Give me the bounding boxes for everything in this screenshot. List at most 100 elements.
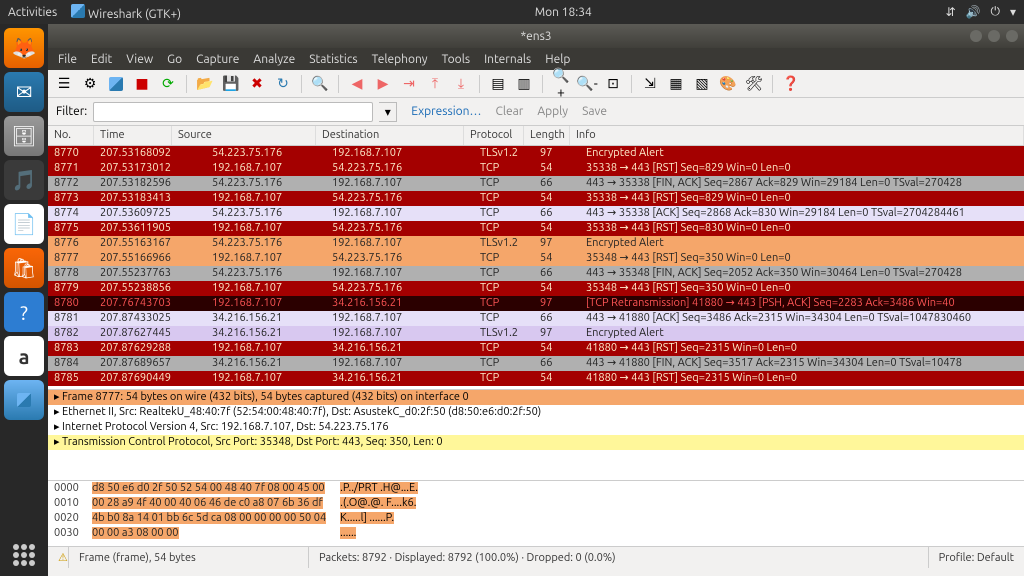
packet-row[interactable]: 8770207.5316809254.223.75.176192.168.7.1… (48, 146, 1024, 161)
zoom-in-icon[interactable]: 🔍+ (551, 74, 571, 94)
menu-internals[interactable]: Internals (484, 53, 531, 66)
dock-thunderbird[interactable]: ✉ (4, 72, 44, 112)
dock-wireshark[interactable] (4, 380, 44, 420)
menu-help[interactable]: Help (545, 53, 570, 66)
packet-row[interactable]: 8785207.87690449192.168.7.10734.216.156.… (48, 371, 1024, 386)
start-capture-icon[interactable] (106, 74, 126, 94)
status-packets: Packets: 8792 · Displayed: 8792 (100.0%)… (309, 547, 929, 568)
close-file-icon[interactable]: ✖ (247, 74, 267, 94)
apply-button[interactable]: Apply (537, 105, 568, 118)
dock-software[interactable]: 🛍 (4, 248, 44, 288)
save-icon[interactable]: 💾 (221, 74, 241, 94)
go-first-icon[interactable]: ⤒ (425, 74, 445, 94)
menu-view[interactable]: View (126, 53, 153, 66)
packet-row[interactable]: 8778207.5523776354.223.75.176192.168.7.1… (48, 266, 1024, 281)
prefs-icon[interactable]: 🛠 (744, 74, 764, 94)
interfaces-icon[interactable]: ☰ (54, 74, 74, 94)
auto-scroll-icon[interactable]: ▥ (514, 74, 534, 94)
packet-row[interactable]: 8779207.55238856192.168.7.10754.223.75.1… (48, 281, 1024, 296)
col-destination[interactable]: Destination (316, 126, 464, 145)
dock-writer[interactable]: 📄 (4, 204, 44, 244)
help-icon[interactable]: ❓ (781, 74, 801, 94)
show-applications[interactable] (13, 544, 35, 566)
col-source[interactable]: Source (172, 126, 316, 145)
packet-row[interactable]: 8776207.5516316754.223.75.176192.168.7.1… (48, 236, 1024, 251)
packet-row[interactable]: 8773207.53183413192.168.7.10754.223.75.1… (48, 191, 1024, 206)
packet-row[interactable]: 8784207.8768965734.216.156.21192.168.7.1… (48, 356, 1024, 371)
filter-input[interactable] (93, 102, 373, 122)
capture-filters-icon[interactable]: ▦ (666, 74, 686, 94)
packet-row[interactable]: 8771207.53173012192.168.7.10754.223.75.1… (48, 161, 1024, 176)
go-back-icon[interactable]: ◀ (347, 74, 367, 94)
col-time[interactable]: Time (94, 126, 172, 145)
dock-files[interactable]: 🗄 (4, 116, 44, 156)
maximize-button[interactable] (988, 30, 1000, 42)
zoom-out-icon[interactable]: 🔍- (577, 74, 597, 94)
packet-row[interactable]: 8777207.55166966192.168.7.10754.223.75.1… (48, 251, 1024, 266)
resize-cols-icon[interactable]: ⇲ (640, 74, 660, 94)
col-protocol[interactable]: Protocol (464, 126, 524, 145)
activities-button[interactable]: Activities (8, 6, 57, 19)
col-info[interactable]: Info (570, 126, 1024, 145)
col-length[interactable]: Length (524, 126, 570, 145)
go-to-icon[interactable]: ⇥ (399, 74, 419, 94)
open-icon[interactable]: 📂 (195, 74, 215, 94)
menu-file[interactable]: File (58, 53, 77, 66)
detail-ethernet[interactable]: ▸ Ethernet II, Src: RealtekU_48:40:7f (5… (48, 405, 1024, 420)
packet-row[interactable]: 8781207.8743302534.216.156.21192.168.7.1… (48, 311, 1024, 326)
power-icon[interactable]: ⏻ (990, 5, 1000, 19)
menu-telephony[interactable]: Telephony (372, 53, 428, 66)
menu-go[interactable]: Go (167, 53, 182, 66)
dock-firefox[interactable]: 🦊 (4, 28, 44, 68)
stop-capture-icon[interactable]: ■ (132, 74, 152, 94)
packet-row[interactable]: 8783207.87629288192.168.7.10734.216.156.… (48, 341, 1024, 356)
dock-amazon[interactable]: a (4, 336, 44, 376)
packet-row[interactable]: 8774207.5360972554.223.75.176192.168.7.1… (48, 206, 1024, 221)
dock-help[interactable]: ? (4, 292, 44, 332)
colorize-icon[interactable]: ▤ (488, 74, 508, 94)
packet-details[interactable]: ▸ Frame 8777: 54 bytes on wire (432 bits… (48, 389, 1024, 480)
hex-pane[interactable]: 0000001000200030 d8 50 e6 d0 2f 50 52 54… (48, 480, 1024, 546)
menu-statistics[interactable]: Statistics (309, 53, 357, 66)
window-titlebar[interactable]: *ens3 (48, 24, 1024, 48)
expert-info-icon[interactable]: ⚠ (48, 547, 69, 568)
zoom-reset-icon[interactable]: ⊡ (603, 74, 623, 94)
menu-capture[interactable]: Capture (196, 53, 239, 66)
packet-row[interactable]: 8775207.53611905192.168.7.10754.223.75.1… (48, 221, 1024, 236)
reload-icon[interactable]: ↻ (273, 74, 293, 94)
packet-row[interactable]: 8780207.76743703192.168.7.10734.216.156.… (48, 296, 1024, 311)
network-icon[interactable]: ⇵ (945, 5, 955, 19)
packet-row[interactable]: 8782207.8762744534.216.156.21192.168.7.1… (48, 326, 1024, 341)
detail-tcp[interactable]: ▸ Transmission Control Protocol, Src Por… (48, 435, 1024, 450)
volume-icon[interactable]: 🔊 (966, 5, 981, 19)
status-frame: Frame (frame), 54 bytes (69, 547, 309, 568)
menu-tools[interactable]: Tools (442, 53, 471, 66)
chevron-down-icon[interactable]: ▾ (1010, 5, 1016, 19)
coloring-rules-icon[interactable]: 🎨 (718, 74, 738, 94)
dock-rhythmbox[interactable]: 🎵 (4, 160, 44, 200)
clock[interactable]: Mon 18:34 (181, 6, 945, 19)
close-button[interactable] (1006, 30, 1018, 42)
save-button[interactable]: Save (582, 105, 607, 118)
menu-analyze[interactable]: Analyze (253, 53, 295, 66)
menu-edit[interactable]: Edit (91, 53, 112, 66)
options-icon[interactable]: ⚙ (80, 74, 100, 94)
clear-button[interactable]: Clear (495, 105, 523, 118)
menu-bar: File Edit View Go Capture Analyze Statis… (48, 48, 1024, 70)
display-filters-icon[interactable]: ▧ (692, 74, 712, 94)
minimize-button[interactable] (970, 30, 982, 42)
filter-dropdown-icon[interactable]: ▾ (379, 102, 397, 122)
packet-row[interactable]: 8772207.5318259654.223.75.176192.168.7.1… (48, 176, 1024, 191)
status-profile[interactable]: Profile: Default (929, 547, 1024, 568)
col-no[interactable]: No. (48, 126, 94, 145)
app-menu[interactable]: Wireshark (GTK+) (71, 4, 181, 21)
restart-capture-icon[interactable]: ⟳ (158, 74, 178, 94)
packet-list[interactable]: 8770207.5316809254.223.75.176192.168.7.1… (48, 146, 1024, 389)
detail-ip[interactable]: ▸ Internet Protocol Version 4, Src: 192.… (48, 420, 1024, 435)
main-toolbar: ☰ ⚙ ■ ⟳ 📂 💾 ✖ ↻ 🔍 ◀ ▶ ⇥ ⤒ ⤓ ▤ ▥ 🔍+ 🔍- ⊡ … (48, 70, 1024, 98)
go-forward-icon[interactable]: ▶ (373, 74, 393, 94)
detail-frame[interactable]: ▸ Frame 8777: 54 bytes on wire (432 bits… (48, 390, 1024, 405)
find-icon[interactable]: 🔍 (310, 74, 330, 94)
expression-button[interactable]: Expression… (411, 105, 481, 118)
go-last-icon[interactable]: ⤓ (451, 74, 471, 94)
